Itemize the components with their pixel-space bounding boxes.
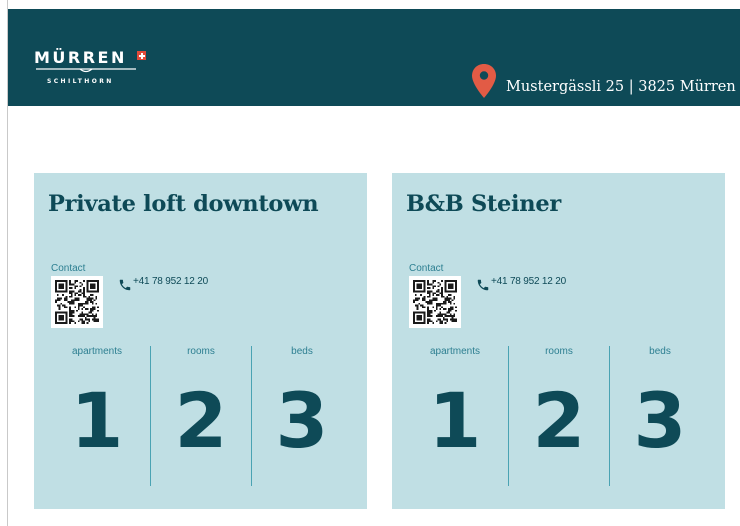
stat-value: 1 [428, 376, 482, 465]
listing-card: Private loft downtown Contact +41 78 952… [34, 173, 367, 509]
location-pin-icon [472, 64, 496, 98]
stat-value: 3 [633, 376, 687, 465]
listing-title: B&B Steiner [406, 191, 561, 217]
stat-apartments: apartments 1 [34, 346, 150, 486]
stat-label: beds [649, 346, 671, 357]
stat-rooms: rooms 2 [150, 346, 251, 486]
swiss-flag-icon [137, 51, 146, 60]
address-text: Mustergässli 25 | 3825 Mürren [506, 79, 736, 95]
stat-rooms: rooms 2 [508, 346, 609, 486]
phone-icon [477, 279, 489, 291]
stat-beds: beds 3 [251, 346, 352, 486]
stat-beds: beds 3 [609, 346, 710, 486]
stat-label: rooms [545, 346, 573, 357]
phone-number[interactable]: +41 78 952 12 20 [133, 276, 208, 287]
stat-label: rooms [187, 346, 215, 357]
contact-qr-code[interactable] [51, 276, 103, 328]
stat-value: 1 [70, 376, 124, 465]
stat-value: 3 [275, 376, 329, 465]
contact-label: Contact [409, 263, 444, 274]
listing-card: B&B Steiner Contact +41 78 952 12 20 apa… [392, 173, 725, 509]
header-bar: MÜRREN SCHILTHORN Mustergässli 25 | 3825… [8, 9, 740, 106]
stat-apartments: apartments 1 [392, 346, 508, 486]
contact-label: Contact [51, 263, 86, 274]
logo-swoosh [36, 68, 136, 73]
listing-title: Private loft downtown [48, 191, 319, 217]
stat-label: beds [291, 346, 313, 357]
murren-logo[interactable]: MÜRREN SCHILTHORN [34, 49, 154, 89]
logo-title: MÜRREN [34, 48, 127, 67]
contact-qr-code[interactable] [409, 276, 461, 328]
stat-value: 2 [174, 376, 228, 465]
stat-label: apartments [71, 346, 123, 357]
phone-number[interactable]: +41 78 952 12 20 [491, 276, 566, 287]
stat-value: 2 [532, 376, 586, 465]
logo-subtitle: SCHILTHORN [47, 78, 114, 85]
stat-label: apartments [429, 346, 481, 357]
phone-icon [119, 279, 131, 291]
